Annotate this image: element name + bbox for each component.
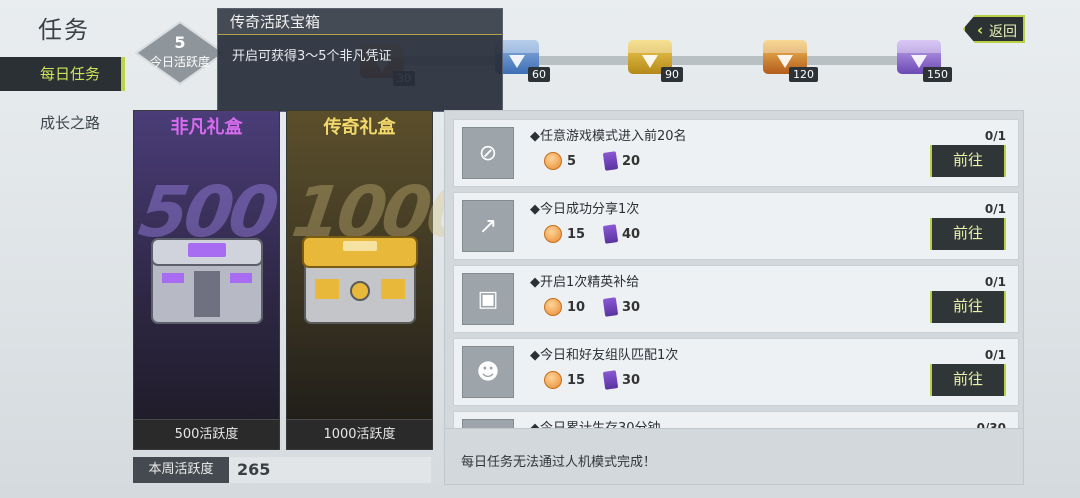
coin-reward-value: 5: [567, 153, 577, 169]
chest-tooltip: 传奇活跃宝箱 开启可获得3～5个非凡凭证: [217, 8, 503, 112]
back-label: 返回: [989, 24, 1017, 40]
ticket-reward: 30: [602, 297, 641, 317]
weekly-activity-value: 265: [237, 460, 271, 479]
coin-reward: 10: [544, 297, 585, 317]
sidebar-item-growth-path[interactable]: 成长之路: [0, 106, 125, 140]
sidebar-item-label: 每日任务: [40, 65, 101, 83]
task-progress: 0/1: [984, 129, 1006, 143]
task-row: ⊘ ◆任意游戏模式进入前20名 5 20 0/1 前往: [453, 119, 1019, 187]
share-icon: ↗: [462, 200, 514, 252]
sidebar-item-daily-tasks[interactable]: 每日任务: [0, 57, 125, 91]
ticket-reward: 30: [602, 370, 641, 390]
tooltip-title: 传奇活跃宝箱: [218, 9, 502, 35]
coin-reward-value: 10: [567, 299, 586, 315]
ticket-icon: [602, 370, 619, 390]
coin-icon: [544, 371, 562, 389]
ticket-reward: 20: [602, 151, 641, 171]
go-button[interactable]: 前往: [930, 145, 1006, 177]
sidebar-item-label: 成长之路: [40, 114, 101, 132]
task-progress: 0/1: [984, 348, 1006, 362]
gift-card-legendary[interactable]: 传奇礼盒 1000 1000活跃度: [286, 110, 478, 450]
ticket-reward-value: 30: [622, 372, 641, 388]
gift-requirement: 1000活跃度: [287, 419, 432, 449]
gift-requirement: 500活跃度: [134, 419, 279, 449]
go-button[interactable]: 前往: [930, 218, 1006, 250]
ticket-icon: [602, 297, 619, 317]
coin-reward-value: 15: [567, 372, 586, 388]
weekly-activity-label: 本周活跃度: [133, 457, 229, 483]
coin-icon: [544, 225, 562, 243]
purple-chest-icon: [151, 238, 263, 324]
weekly-activity: 本周活跃度 265: [133, 457, 431, 483]
back-button[interactable]: ‹ 返回: [963, 15, 1025, 43]
gift-title: 非凡礼盒: [170, 117, 243, 138]
go-button[interactable]: 前往: [930, 291, 1006, 323]
task-progress: 0/1: [984, 275, 1006, 289]
gold-chest-icon: [302, 236, 418, 324]
task-title: ◆任意游戏模式进入前20名: [530, 129, 687, 144]
team-icon: ☻: [462, 346, 514, 398]
activity-value: 5: [174, 33, 186, 52]
coin-reward: 15: [544, 224, 585, 244]
task-title: ◆开启1次精英补给: [530, 275, 640, 290]
ticket-icon: [602, 224, 619, 244]
no-gun-icon: ⊘: [462, 127, 514, 179]
milestone-count: 90: [661, 67, 683, 82]
task-title: ◆今日成功分享1次: [530, 202, 640, 217]
go-button[interactable]: 前往: [930, 364, 1006, 396]
task-row: ▣ ◆开启1次精英补给 10 30 0/1 前往: [453, 265, 1019, 333]
tooltip-desc: 开启可获得3～5个非凡凭证: [232, 49, 392, 64]
coin-icon: [544, 298, 562, 316]
coin-reward-value: 15: [567, 226, 586, 242]
ticket-reward: 40: [602, 224, 641, 244]
gift-card-extraordinary[interactable]: 非凡礼盒 500 500活跃度: [133, 110, 280, 450]
milestone-chest-150[interactable]: 150: [892, 32, 952, 82]
activity-label: 今日活跃度: [149, 55, 210, 69]
coin-icon: [544, 152, 562, 170]
milestone-count: 60: [528, 67, 550, 82]
ticket-reward-value: 20: [622, 153, 641, 169]
ticket-reward-value: 40: [622, 226, 641, 242]
milestone-chest-90[interactable]: 90: [623, 32, 683, 82]
milestone-chest-120[interactable]: 120: [758, 32, 818, 82]
chevron-left-icon: ‹: [977, 21, 984, 39]
coin-reward: 5: [544, 151, 576, 171]
task-progress: 0/1: [984, 202, 1006, 216]
task-row: ☻ ◆今日和好友组队匹配1次 15 30 0/1 前往: [453, 338, 1019, 406]
milestone-count: 150: [923, 67, 952, 82]
gift-title: 传奇礼盒: [323, 117, 396, 138]
page-title: 任务: [38, 16, 90, 44]
task-list[interactable]: ⊘ ◆任意游戏模式进入前20名 5 20 0/1 前往 ↗ ◆今日成功分享1次 …: [444, 110, 1024, 485]
ticket-reward-value: 30: [622, 299, 641, 315]
task-row: ↗ ◆今日成功分享1次 15 40 0/1 前往: [453, 192, 1019, 260]
milestone-count: 120: [789, 67, 818, 82]
coin-reward: 15: [544, 370, 585, 390]
task-notice: 每日任务无法通过人机模式完成！: [445, 428, 1023, 484]
activity-badge: 5 今日活跃度: [134, 20, 226, 86]
task-title: ◆今日和好友组队匹配1次: [530, 348, 679, 363]
ticket-icon: [602, 151, 619, 171]
supply-box-icon: ▣: [462, 273, 514, 325]
